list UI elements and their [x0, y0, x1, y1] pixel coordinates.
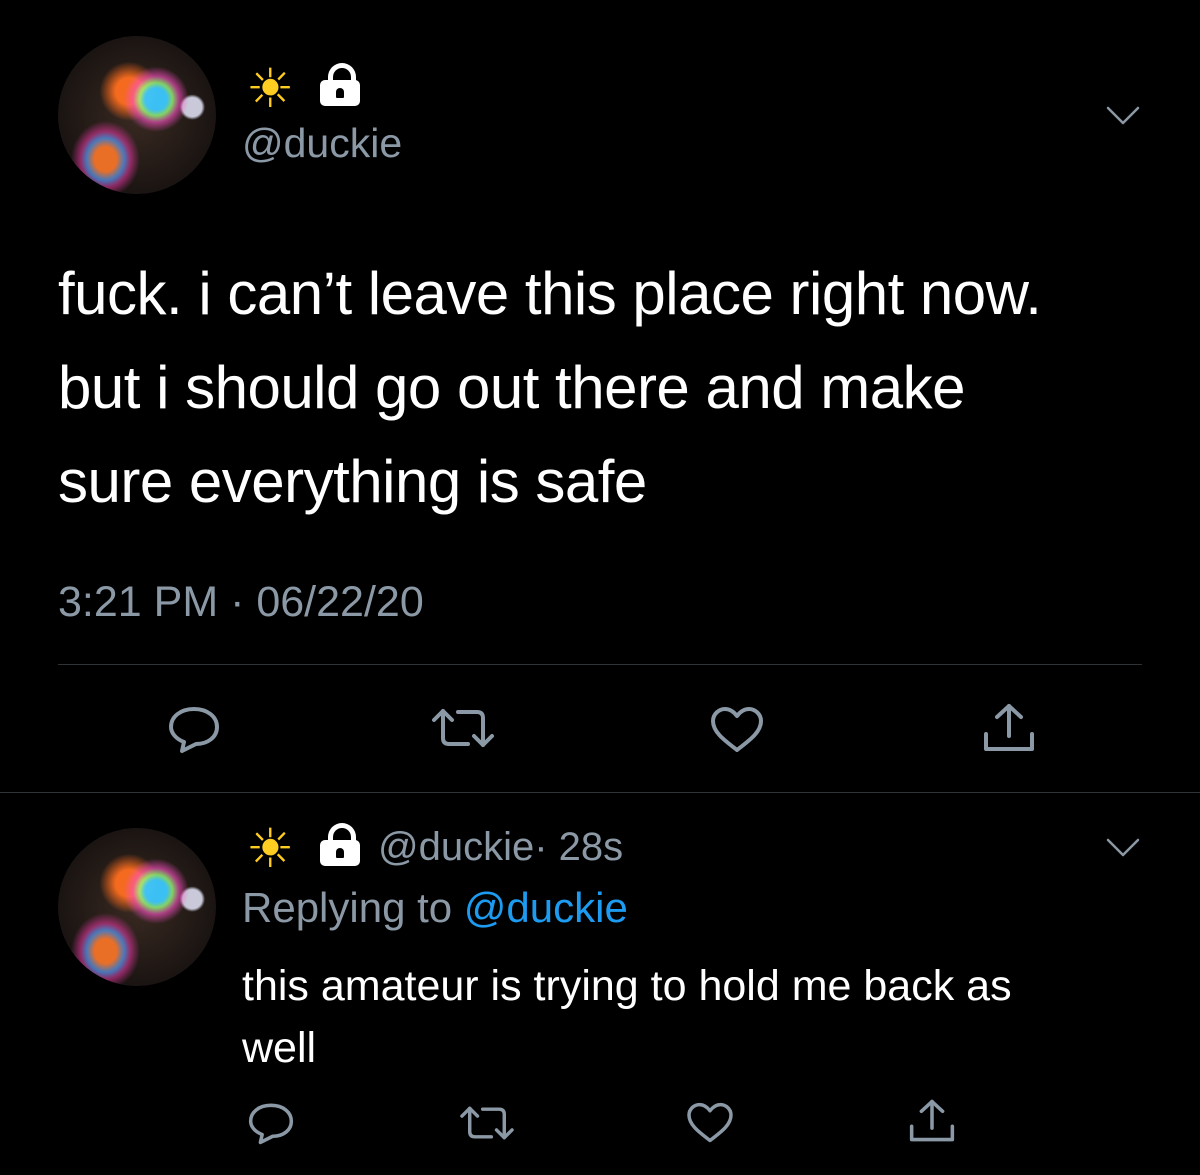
reply-age: · 28s — [534, 825, 624, 869]
comment-icon[interactable] — [248, 1102, 294, 1145]
share-icon[interactable] — [908, 1098, 956, 1144]
tweet-text-line: fuck. i can’t leave this place right now… — [58, 260, 1042, 327]
tweet-text: fuck. i can’t leave this place right now… — [58, 247, 1042, 529]
tweet-text-line: sure everything is safe — [58, 448, 647, 515]
avatar[interactable] — [58, 36, 216, 194]
lock-icon — [320, 823, 360, 866]
replying-to-handle[interactable]: @duckie — [464, 884, 628, 931]
divider — [58, 664, 1142, 665]
tweet-timestamp: 3:21 PM · 06/22/20 — [58, 578, 424, 626]
heart-icon[interactable] — [686, 1102, 734, 1144]
retweet-icon[interactable] — [458, 1104, 516, 1142]
replying-to: Replying to @duckie — [242, 884, 628, 932]
author-handle[interactable]: @duckie — [242, 120, 402, 167]
reply-header: @duckie· 28s — [378, 825, 623, 870]
chevron-down-icon[interactable] — [1106, 106, 1140, 126]
heart-icon[interactable] — [710, 706, 764, 754]
avatar[interactable] — [58, 828, 216, 986]
retweet-icon[interactable] — [430, 706, 496, 750]
thread-divider — [0, 792, 1200, 793]
reply-text-line: this amateur is trying to hold me back a… — [242, 962, 1012, 1010]
reply-text: this amateur is trying to hold me back a… — [242, 955, 1012, 1079]
share-icon[interactable] — [982, 702, 1036, 754]
tweet-text-line: but i should go out there and make — [58, 354, 965, 421]
sun-icon: ☀ — [246, 57, 295, 120]
comment-icon[interactable] — [168, 706, 220, 753]
replying-to-label: Replying to — [242, 884, 453, 931]
author-handle[interactable]: @duckie — [378, 825, 534, 869]
reply-text-line: well — [242, 1024, 317, 1072]
sun-icon: ☀ — [246, 817, 295, 880]
lock-icon — [320, 63, 360, 106]
chevron-down-icon[interactable] — [1106, 838, 1140, 858]
